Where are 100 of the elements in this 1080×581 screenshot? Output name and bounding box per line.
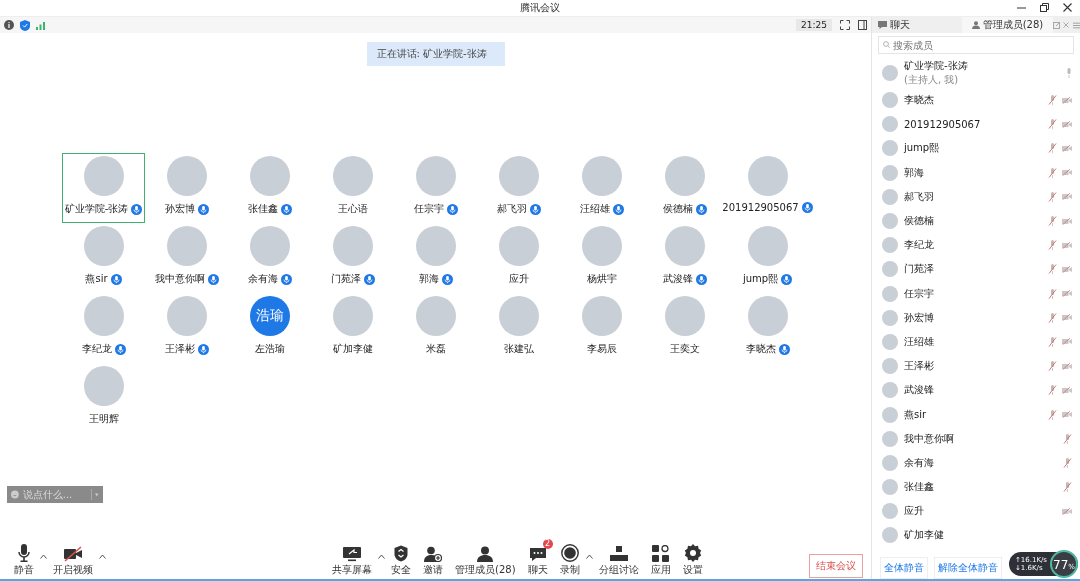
member-row[interactable]: 我中意你啊 (882, 426, 1072, 451)
avatar-placeholder (882, 92, 898, 109)
member-row[interactable]: 任宗宇 (882, 281, 1072, 306)
member-row[interactable]: jump熙 (882, 136, 1072, 161)
active-speaker-tile[interactable]: 矿业学院-张涛 (62, 153, 145, 223)
person-add-icon (424, 546, 442, 562)
member-row[interactable]: 燕sir (882, 402, 1072, 427)
participant-name: 任宗宇 (413, 202, 444, 216)
avatar-placeholder (332, 156, 373, 196)
participant-name: 应升 (508, 272, 529, 286)
participant-name: 王泽彬 (164, 342, 195, 356)
member-row[interactable]: 郭海 (882, 160, 1072, 185)
member-row[interactable]: 矿加李健 (882, 523, 1072, 548)
text-avatar: 浩瑜 (249, 296, 290, 336)
avatar-placeholder (882, 285, 898, 302)
participant-name: 李晓杰 (745, 342, 776, 356)
usage-value: 77 (1053, 558, 1069, 572)
member-row[interactable]: 李晓杰 (882, 88, 1072, 113)
monitor-icon (342, 546, 362, 562)
participant-name: 矿业学院-张涛 (64, 202, 129, 216)
avatar-placeholder (882, 140, 898, 157)
avatar-placeholder (332, 296, 373, 336)
panel-button[interactable]: 全体静音 (880, 557, 928, 579)
toolbar-button[interactable]: 开启视频 (47, 538, 99, 577)
participant-name: 余有海 (247, 272, 278, 286)
caret-up-icon[interactable] (40, 554, 47, 559)
avatar-placeholder (664, 226, 705, 266)
end-meeting-button[interactable]: 结束会议 (809, 554, 863, 578)
participant-name: 燕sir (85, 272, 108, 286)
window-title: 腾讯会议 (520, 1, 560, 15)
caret-up-icon[interactable] (585, 554, 593, 559)
member-row[interactable]: 孙宏博 (882, 305, 1072, 330)
caret-up-icon[interactable] (378, 554, 385, 559)
avatar-placeholder (882, 188, 898, 205)
member-row[interactable]: 李纪龙 (882, 233, 1072, 258)
toolbar-button[interactable]: 2 聊天 (521, 538, 554, 577)
member-row[interactable]: 汪绍雄 (882, 329, 1072, 355)
member-row[interactable]: 王泽彬 (882, 354, 1072, 379)
participant-name: 郭海 (418, 272, 439, 286)
avatar-placeholder (747, 156, 788, 196)
participant-name: 矿加李健 (332, 342, 373, 356)
avatar-placeholder (249, 156, 290, 196)
blocks-icon (608, 546, 629, 562)
shield-icon[interactable] (20, 19, 30, 31)
member-row[interactable]: 门苑泽 (882, 257, 1072, 282)
member-name: 矿业学院-张涛 (904, 58, 969, 73)
participant-name: 武浚锋 (662, 272, 693, 286)
avatar-placeholder (581, 156, 622, 196)
participant-name: 李纪龙 (81, 342, 112, 356)
toolbar-button[interactable]: 共享屏幕 (326, 538, 378, 577)
avatar-placeholder (747, 226, 788, 266)
chat-icon (878, 21, 887, 29)
toolbar-button[interactable]: 录制 (553, 538, 586, 577)
participant-name: 汪绍雄 (579, 202, 610, 216)
avatar-placeholder (882, 382, 898, 399)
toolbar-button[interactable]: 设置 (676, 538, 709, 577)
close-icon[interactable] (1063, 3, 1072, 12)
participant-name: 我中意你啊 (154, 272, 205, 286)
avatar-placeholder (882, 358, 898, 375)
toolbar-button[interactable]: 静音 (8, 538, 40, 577)
avatar-placeholder (882, 64, 898, 81)
member-row[interactable]: 张佳鑫 (882, 475, 1072, 500)
toolbar-button[interactable]: 管理成员(28) (449, 538, 522, 577)
person-icon (971, 21, 980, 29)
avatar-placeholder (581, 226, 622, 266)
avatar-placeholder (664, 296, 705, 336)
participant-name: 孙宏博 (164, 202, 195, 216)
panel-tab[interactable]: 管理成员(28) (962, 17, 1053, 33)
member-row[interactable]: 郝飞羽 (882, 184, 1072, 209)
avatar-placeholder (166, 226, 207, 266)
avatar-placeholder (83, 296, 124, 336)
avatar-placeholder (332, 226, 373, 266)
person-icon (477, 546, 494, 562)
member-row[interactable]: 201912905067 (882, 112, 1072, 137)
fullscreen-icon[interactable] (840, 20, 850, 30)
participant-name: 米磊 (425, 342, 446, 356)
member-row[interactable]: 武浚锋 (882, 378, 1072, 403)
apps-icon (652, 545, 670, 562)
member-row[interactable]: 应升 (882, 499, 1072, 524)
panel-button[interactable]: 解除全体静音 (934, 557, 1002, 579)
avatar-placeholder (664, 156, 705, 196)
participant-name: 左浩瑜 (254, 342, 285, 356)
sidebar-toggle-icon[interactable] (858, 20, 867, 30)
info-icon[interactable] (4, 20, 14, 30)
avatar-placeholder (415, 226, 456, 266)
toolbar-button[interactable]: 分组讨论 (592, 538, 645, 577)
chat-field[interactable]: 说点什么... (7, 486, 103, 503)
toolbar-button[interactable]: 应用 (644, 538, 677, 577)
chat-input[interactable]: 说点什么... (22, 489, 87, 500)
restore-icon[interactable] (1040, 3, 1049, 12)
avatar-placeholder (882, 261, 898, 278)
avatar-placeholder (882, 213, 898, 230)
search-field[interactable]: 搜索成员 (878, 36, 1074, 54)
toolbar-button[interactable]: 安全 (385, 538, 417, 577)
notification-badge: 2 (542, 539, 553, 549)
member-row[interactable]: 余有海 (882, 450, 1072, 475)
toolbar-button[interactable]: 邀请 (417, 538, 449, 577)
participant-name: jump熙 (742, 272, 779, 286)
member-row[interactable]: 侯德楠 (882, 208, 1072, 234)
caret-up-icon[interactable] (99, 554, 106, 559)
